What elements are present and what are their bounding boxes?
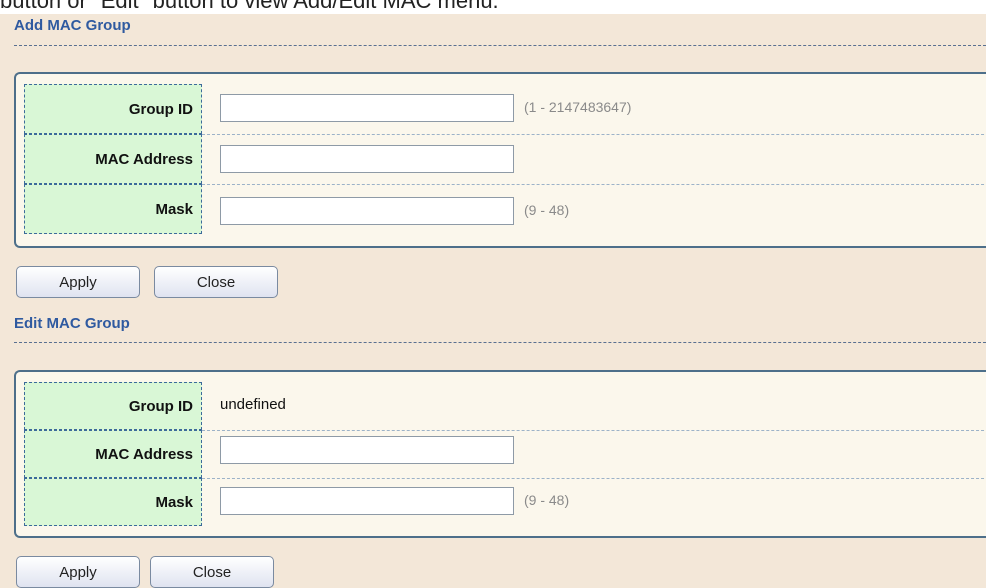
edit-group-id-row: Group ID undefined: [24, 382, 986, 430]
edit-mac-address-row: MAC Address: [24, 430, 986, 478]
edit-mask-row: Mask (9 - 48): [24, 478, 986, 526]
add-mask-hint: (9 - 48): [524, 202, 570, 218]
edit-mac-address-input[interactable]: [220, 436, 514, 464]
row-divider: [202, 430, 986, 431]
edit-apply-button[interactable]: Apply: [16, 556, 140, 588]
edit-mask-hint: (9 - 48): [524, 492, 570, 508]
edit-mac-group-title: Edit MAC Group: [14, 315, 130, 332]
add-close-button[interactable]: Close: [154, 266, 278, 298]
edit-group-id-label: Group ID: [24, 382, 202, 430]
row-divider: [202, 134, 986, 135]
edit-mask-label: Mask: [24, 478, 202, 526]
edit-group-id-value: undefined: [220, 396, 286, 413]
page-caption: button or "Edit" button to view Add/Edit…: [0, 0, 986, 14]
add-group-id-input[interactable]: [220, 94, 514, 122]
add-group-id-label: Group ID: [24, 84, 202, 134]
edit-mac-group-panel: Group ID undefined MAC Address Mask (9 -…: [14, 370, 986, 538]
add-group-id-row: Group ID (1 - 2147483647): [24, 84, 986, 134]
row-divider: [202, 478, 986, 479]
add-mac-address-row: MAC Address: [24, 134, 986, 184]
add-mask-label: Mask: [24, 184, 202, 234]
edit-close-button[interactable]: Close: [150, 556, 274, 588]
edit-title-divider: [14, 342, 986, 343]
edit-mask-input[interactable]: [220, 487, 514, 515]
add-mac-address-input[interactable]: [220, 145, 514, 173]
add-group-id-hint: (1 - 2147483647): [524, 99, 632, 115]
add-mask-input[interactable]: [220, 197, 514, 225]
row-divider: [202, 184, 986, 185]
add-apply-button[interactable]: Apply: [16, 266, 140, 298]
add-mac-address-label: MAC Address: [24, 134, 202, 184]
add-mac-group-title: Add MAC Group: [14, 17, 131, 34]
add-title-divider: [14, 45, 986, 46]
edit-mac-address-label: MAC Address: [24, 430, 202, 478]
add-mask-row: Mask (9 - 48): [24, 184, 986, 234]
add-mac-group-panel: Group ID (1 - 2147483647) MAC Address Ma…: [14, 72, 986, 248]
